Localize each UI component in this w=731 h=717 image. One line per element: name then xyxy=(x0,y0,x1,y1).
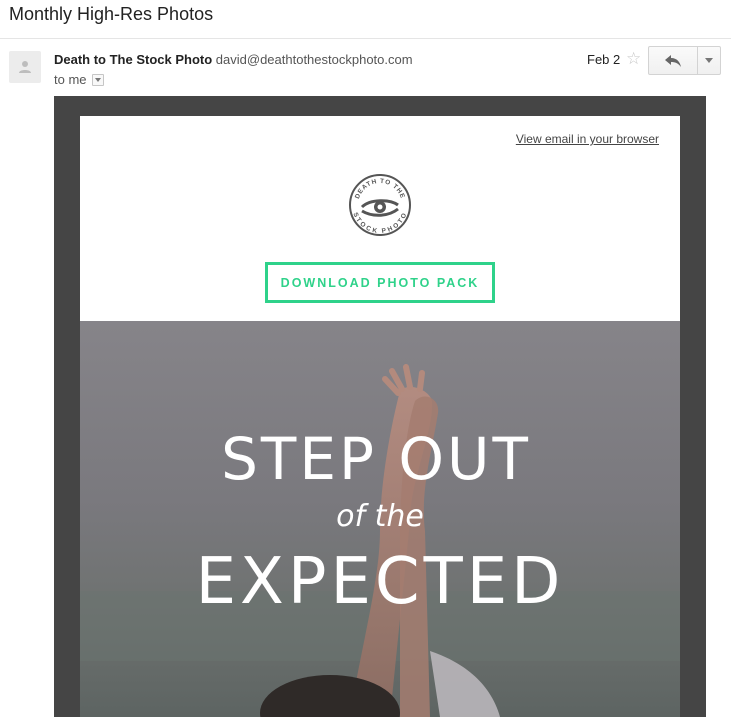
recipient-label: to me xyxy=(54,72,87,87)
sender-avatar[interactable] xyxy=(9,51,41,83)
sender-name[interactable]: Death to The Stock Photo xyxy=(54,52,212,67)
brand-logo[interactable]: DEATH TO THE STOCK PHOTO xyxy=(348,173,412,237)
hero-line-1: STEP OUT xyxy=(221,425,531,493)
more-options-button[interactable] xyxy=(698,47,720,74)
reply-icon xyxy=(665,54,681,67)
email-subject: Monthly High-Res Photos xyxy=(9,4,214,24)
chevron-down-icon xyxy=(94,77,101,82)
reply-button[interactable] xyxy=(649,47,698,74)
details-toggle[interactable] xyxy=(91,73,104,86)
header-divider xyxy=(0,38,731,39)
email-body-frame: View email in your browser DEATH TO THE … xyxy=(54,96,706,717)
email-date: Feb 2 xyxy=(587,52,621,67)
star-icon[interactable]: ☆ xyxy=(626,49,641,69)
view-in-browser-link[interactable]: View email in your browser xyxy=(516,132,659,146)
hero-photo: STEP OUT of the EXPECTED xyxy=(80,321,680,717)
email-header-card: View email in your browser DEATH TO THE … xyxy=(80,116,680,321)
chevron-down-icon xyxy=(705,58,713,63)
hero-line-2: of the xyxy=(336,499,424,534)
person-icon xyxy=(19,61,31,73)
reply-button-group xyxy=(648,46,721,75)
recipient-line: to me xyxy=(54,72,104,87)
hero-image: STEP OUT of the EXPECTED xyxy=(80,321,680,717)
sender-line: Death to The Stock Photo david@deathtoth… xyxy=(54,52,413,67)
download-photo-pack-button[interactable]: DOWNLOAD PHOTO PACK xyxy=(265,262,495,303)
sender-email: david@deathtothestockphoto.com xyxy=(215,52,413,67)
hero-line-3: EXPECTED xyxy=(196,545,565,619)
